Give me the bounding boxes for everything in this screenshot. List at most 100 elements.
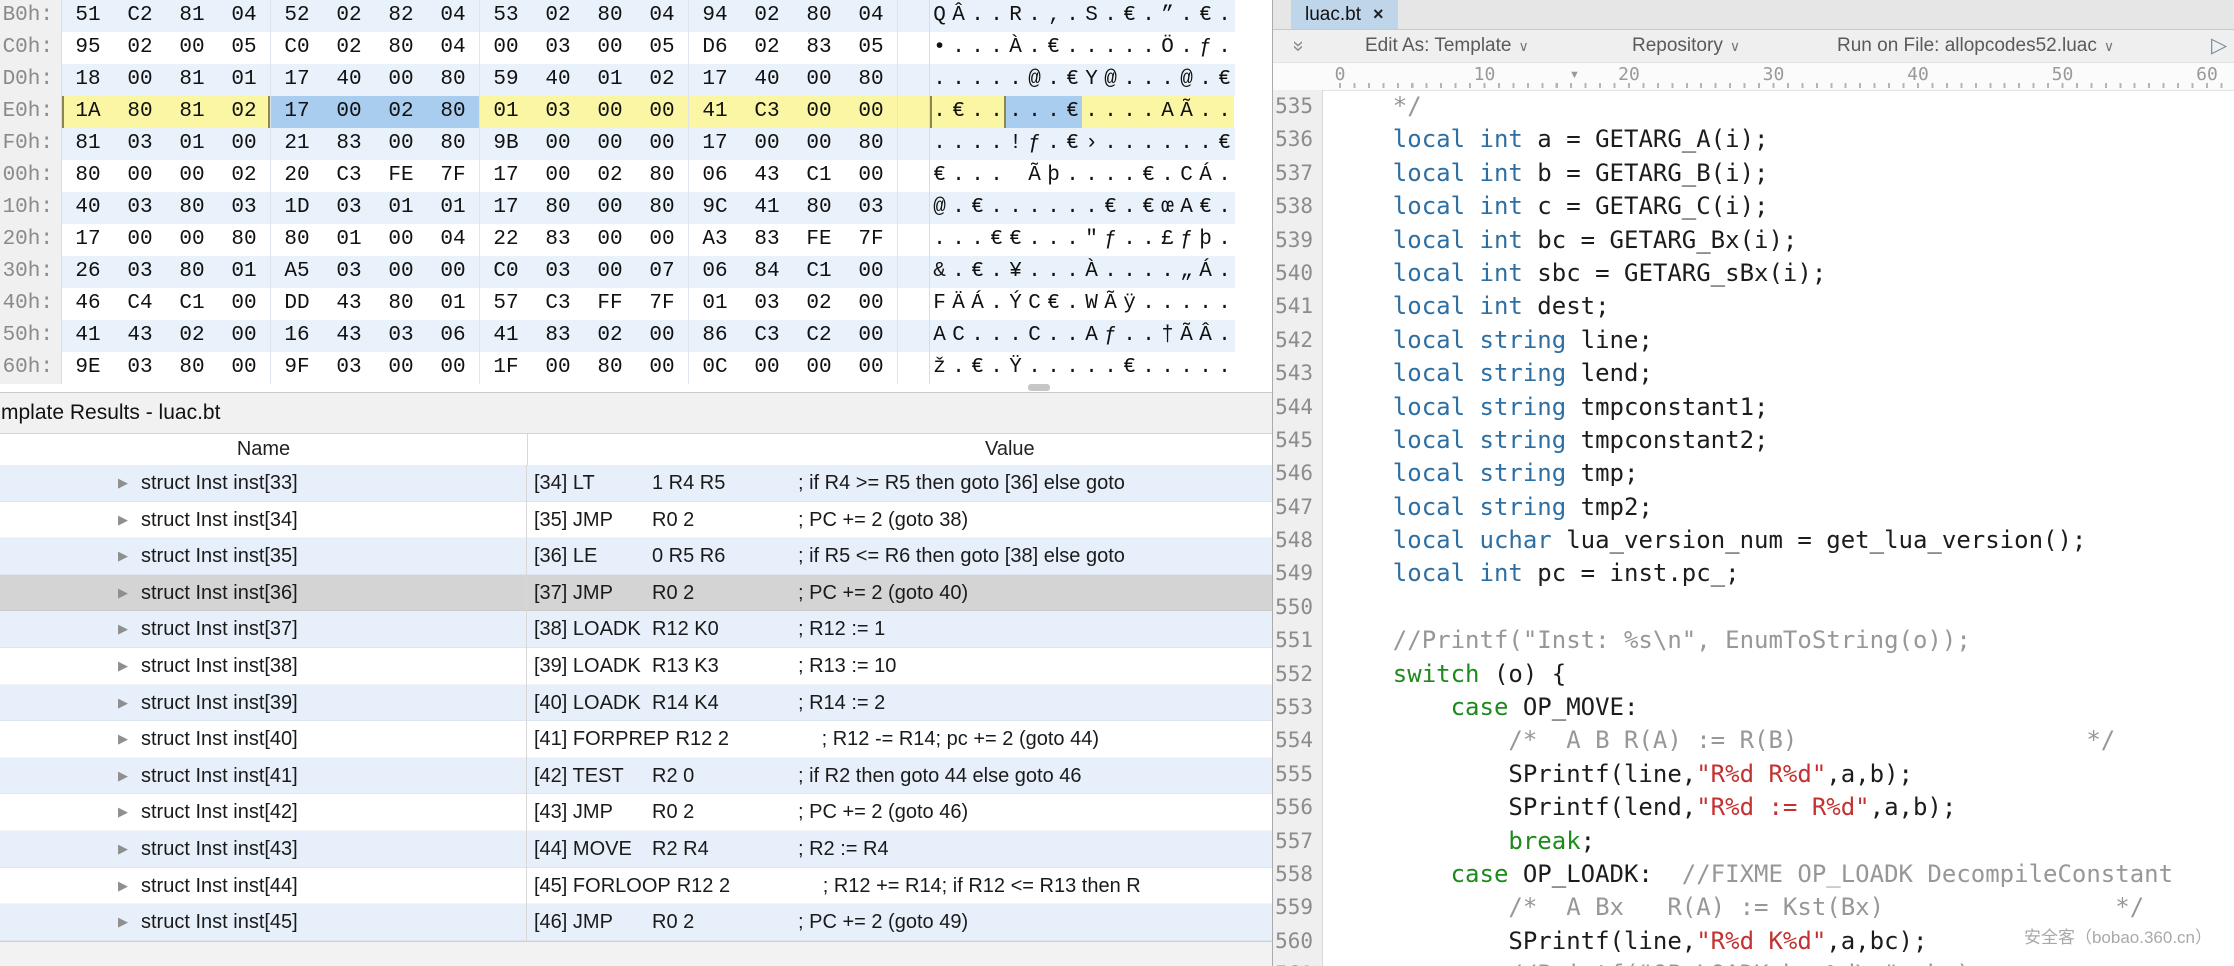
- hex-byte[interactable]: C4: [114, 288, 166, 320]
- ascii-char[interactable]: .: [968, 128, 987, 160]
- ascii-char[interactable]: .: [1120, 224, 1139, 256]
- ascii-char[interactable]: À: [1006, 32, 1025, 64]
- ascii-char[interactable]: .: [1177, 128, 1196, 160]
- hex-byte[interactable]: 03: [532, 96, 584, 128]
- hex-byte[interactable]: 02: [584, 320, 636, 352]
- ascii-char[interactable]: .: [1120, 64, 1139, 96]
- hex-byte[interactable]: 52: [271, 0, 323, 32]
- ascii-char[interactable]: €: [1006, 224, 1025, 256]
- table-row[interactable]: ▶struct Inst inst[36][37] JMPR0 2; PC +=…: [0, 575, 1272, 612]
- ascii-char[interactable]: .: [1120, 320, 1139, 352]
- ascii-char[interactable]: .: [987, 352, 1006, 384]
- collapse-toolbar-icon[interactable]: »: [1293, 30, 1304, 63]
- column-header-value[interactable]: Value: [985, 434, 1035, 465]
- ascii-char[interactable]: W: [1082, 288, 1101, 320]
- ascii-char[interactable]: .: [1082, 32, 1101, 64]
- ascii-char[interactable]: .: [1215, 0, 1234, 32]
- ascii-char[interactable]: €: [1215, 64, 1234, 96]
- hex-byte[interactable]: 20: [271, 160, 323, 192]
- hex-byte[interactable]: 04: [427, 0, 479, 32]
- hex-byte[interactable]: D6: [689, 32, 741, 64]
- ascii-char[interactable]: .: [949, 192, 968, 224]
- ascii-char[interactable]: .: [1044, 64, 1063, 96]
- expander-triangle-icon[interactable]: ▶: [118, 611, 128, 648]
- code-line[interactable]: 538 local int c = GETARG_C(i);: [1273, 190, 2234, 223]
- hex-byte[interactable]: 17: [271, 96, 323, 128]
- hex-byte[interactable]: 03: [845, 192, 897, 224]
- ascii-char[interactable]: .: [1215, 288, 1234, 320]
- ascii-char[interactable]: .: [1044, 320, 1063, 352]
- ascii-char[interactable]: .: [1158, 160, 1177, 192]
- ascii-char[interactable]: .: [1006, 96, 1025, 128]
- ascii-char[interactable]: .: [1158, 256, 1177, 288]
- ascii-char[interactable]: þ: [1044, 160, 1063, 192]
- hex-byte[interactable]: 86: [689, 320, 741, 352]
- hex-byte[interactable]: 01: [323, 224, 375, 256]
- ascii-char[interactable]: .: [1139, 64, 1158, 96]
- ascii-char[interactable]: C: [949, 320, 968, 352]
- ascii-char[interactable]: þ: [1196, 224, 1215, 256]
- hex-byte[interactable]: C3: [323, 160, 375, 192]
- hex-byte[interactable]: 95: [62, 32, 114, 64]
- ascii-char[interactable]: .: [1158, 128, 1177, 160]
- ascii-char[interactable]: ƒ: [1101, 320, 1120, 352]
- hex-editor-pane[interactable]: B0h:51C28104520282045302800494028004QÂ..…: [0, 0, 1272, 392]
- ascii-char[interactable]: .: [1025, 0, 1044, 32]
- ascii-char[interactable]: @: [1101, 64, 1120, 96]
- expander-triangle-icon[interactable]: ▶: [118, 868, 128, 905]
- ascii-char[interactable]: S: [1082, 0, 1101, 32]
- ascii-char[interactable]: .: [1063, 160, 1082, 192]
- hex-row[interactable]: F0h:81030100218300809B00000017000080....…: [0, 128, 1272, 160]
- hex-byte[interactable]: 46: [62, 288, 114, 320]
- ascii-char[interactable]: À: [1082, 256, 1101, 288]
- ascii-char[interactable]: Ã: [1177, 320, 1196, 352]
- hex-byte[interactable]: 7F: [636, 288, 688, 320]
- hex-byte[interactable]: 03: [114, 128, 166, 160]
- ascii-char[interactable]: .: [1139, 128, 1158, 160]
- hex-byte[interactable]: 00: [375, 224, 427, 256]
- ascii-char[interactable]: .: [1044, 224, 1063, 256]
- ascii-char[interactable]: .: [1082, 352, 1101, 384]
- hex-byte[interactable]: 80: [584, 0, 636, 32]
- ascii-char[interactable]: .: [1101, 352, 1120, 384]
- hex-horizontal-scrollbar-thumb[interactable]: [1028, 384, 1050, 391]
- ascii-char[interactable]: @: [1177, 64, 1196, 96]
- ascii-char[interactable]: .: [1139, 224, 1158, 256]
- ascii-char[interactable]: €: [1196, 0, 1215, 32]
- hex-byte[interactable]: 40: [741, 64, 793, 96]
- expander-triangle-icon[interactable]: ▶: [118, 794, 128, 831]
- ascii-char[interactable]: .: [987, 320, 1006, 352]
- ascii-char[interactable]: .: [1025, 256, 1044, 288]
- hex-byte[interactable]: 00: [375, 64, 427, 96]
- hex-byte[interactable]: 80: [166, 352, 218, 384]
- ascii-char[interactable]: €: [1101, 192, 1120, 224]
- hex-byte[interactable]: 80: [62, 160, 114, 192]
- hex-byte[interactable]: 00: [741, 352, 793, 384]
- ascii-char[interactable]: .: [968, 32, 987, 64]
- ascii-char[interactable]: .: [1044, 192, 1063, 224]
- ascii-char[interactable]: œ: [1158, 192, 1177, 224]
- expander-triangle-icon[interactable]: ▶: [118, 648, 128, 685]
- hex-byte[interactable]: 26: [62, 256, 114, 288]
- ascii-char[interactable]: .: [987, 288, 1006, 320]
- ascii-char[interactable]: .: [987, 160, 1006, 192]
- hex-byte[interactable]: C2: [793, 320, 845, 352]
- ascii-char[interactable]: .: [1177, 288, 1196, 320]
- ascii-char[interactable]: £: [1158, 224, 1177, 256]
- hex-byte[interactable]: 00: [375, 352, 427, 384]
- ascii-char[interactable]: €: [930, 160, 949, 192]
- hex-byte[interactable]: 83: [793, 32, 845, 64]
- hex-byte[interactable]: 21: [271, 128, 323, 160]
- hex-row[interactable]: C0h:95020005C002800400030005D6028305•...…: [0, 32, 1272, 64]
- table-row[interactable]: ▶struct Inst inst[39][40] LOADKR14 K4; R…: [0, 685, 1272, 722]
- ascii-char[interactable]: ": [1082, 224, 1101, 256]
- run-on-file-dropdown[interactable]: Run on File: allopcodes52.luac∨: [1837, 30, 2114, 62]
- hex-byte[interactable]: 16: [271, 320, 323, 352]
- hex-byte[interactable]: 82: [375, 0, 427, 32]
- ascii-char[interactable]: ›: [1082, 128, 1101, 160]
- hex-byte[interactable]: 00: [166, 224, 218, 256]
- hex-byte[interactable]: A5: [271, 256, 323, 288]
- ascii-char[interactable]: Ã: [1025, 160, 1044, 192]
- hex-byte[interactable]: 17: [480, 160, 532, 192]
- ascii-char[interactable]: @: [1025, 64, 1044, 96]
